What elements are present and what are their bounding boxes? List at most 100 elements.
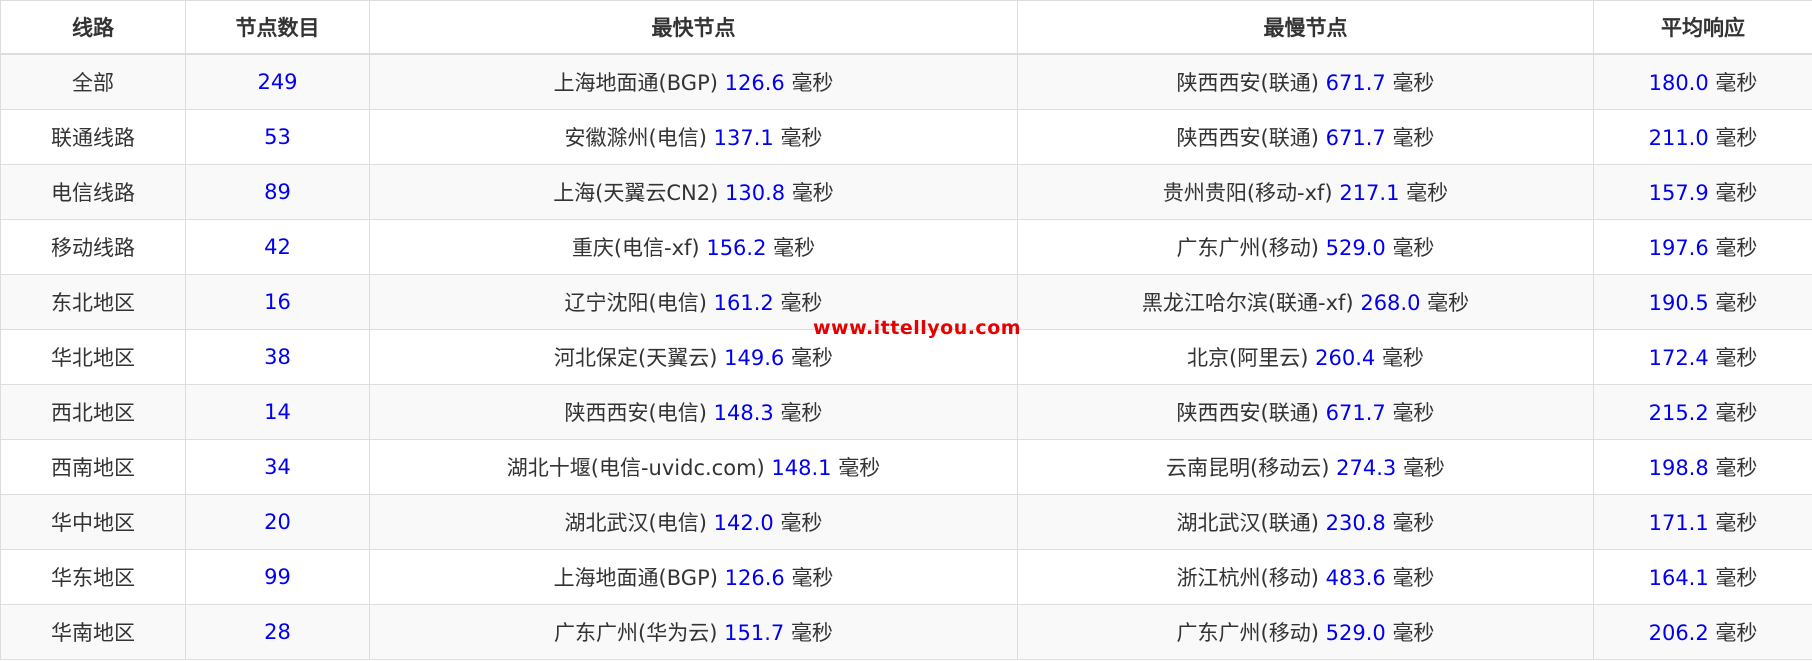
slowest-node-name: 贵州贵阳(移动-xf) <box>1162 181 1333 205</box>
header-fastest-node[interactable]: 最快节点 <box>369 0 1018 55</box>
slowest-unit: 毫秒 <box>1392 401 1435 425</box>
slowest-unit: 毫秒 <box>1406 181 1449 205</box>
average-unit: 毫秒 <box>1715 511 1758 535</box>
slowest-node-name: 云南昆明(移动云) <box>1166 456 1330 480</box>
average-unit: 毫秒 <box>1715 126 1758 150</box>
average-unit: 毫秒 <box>1715 346 1758 370</box>
node-count: 16 <box>264 290 291 314</box>
average-cell: 180.0 毫秒 <box>1593 53 1812 110</box>
slowest-unit: 毫秒 <box>1402 456 1445 480</box>
fastest-node-name: 广东广州(华为云) <box>554 621 718 645</box>
slowest-cell: 广东广州(移动) 529.0 毫秒 <box>1017 604 1594 660</box>
node-count: 249 <box>257 70 298 94</box>
fastest-unit: 毫秒 <box>790 346 833 370</box>
slowest-unit: 毫秒 <box>1392 566 1435 590</box>
fastest-latency: 148.3 <box>713 401 774 425</box>
route-cell: 华北地区 <box>0 329 186 385</box>
average-unit: 毫秒 <box>1715 456 1758 480</box>
average-unit: 毫秒 <box>1715 71 1758 95</box>
slowest-latency: 217.1 <box>1339 181 1400 205</box>
slowest-node-name: 北京(阿里云) <box>1187 346 1309 370</box>
slowest-node-name: 广东广州(移动) <box>1176 236 1319 260</box>
route-name: 电信线路 <box>51 181 135 205</box>
fastest-unit: 毫秒 <box>791 71 834 95</box>
fastest-cell: 上海(天翼云CN2) 130.8 毫秒 <box>369 164 1018 220</box>
slowest-latency: 260.4 <box>1315 346 1376 370</box>
average-cell: 206.2 毫秒 <box>1593 604 1812 660</box>
route-cell: 东北地区 <box>0 274 186 330</box>
slowest-cell: 云南昆明(移动云) 274.3 毫秒 <box>1017 439 1594 495</box>
header-route[interactable]: 线路 <box>0 0 186 55</box>
fastest-node-name: 河北保定(天翼云) <box>554 346 718 370</box>
fastest-latency: 156.2 <box>706 236 767 260</box>
fastest-latency: 149.6 <box>724 346 785 370</box>
watermark-text: www.ittellyou.com <box>813 317 1022 339</box>
route-name: 华北地区 <box>51 346 135 370</box>
fastest-latency: 126.6 <box>724 566 785 590</box>
average-latency: 198.8 <box>1648 456 1709 480</box>
slowest-unit: 毫秒 <box>1392 236 1435 260</box>
route-name: 东北地区 <box>51 291 135 315</box>
header-average-response[interactable]: 平均响应 <box>1593 0 1812 55</box>
fastest-node-name: 辽宁沈阳(电信) <box>564 291 707 315</box>
count-cell: 14 <box>185 384 370 440</box>
slowest-cell: 陕西西安(联通) 671.7 毫秒 <box>1017 384 1594 440</box>
fastest-unit: 毫秒 <box>773 236 816 260</box>
slowest-cell: 陕西西安(联通) 671.7 毫秒 <box>1017 109 1594 165</box>
node-count: 28 <box>264 620 291 644</box>
slowest-unit: 毫秒 <box>1392 621 1435 645</box>
slowest-latency: 529.0 <box>1325 236 1386 260</box>
slowest-node-name: 广东广州(移动) <box>1176 621 1319 645</box>
slowest-latency: 671.7 <box>1325 71 1386 95</box>
fastest-node-name: 重庆(电信-xf) <box>571 236 700 260</box>
fastest-latency: 148.1 <box>771 456 832 480</box>
count-cell: 28 <box>185 604 370 660</box>
average-cell: 190.5 毫秒 <box>1593 274 1812 330</box>
count-cell: 42 <box>185 219 370 275</box>
average-unit: 毫秒 <box>1715 621 1758 645</box>
slowest-unit: 毫秒 <box>1392 511 1435 535</box>
fastest-unit: 毫秒 <box>838 456 881 480</box>
fastest-node-name: 上海(天翼云CN2) <box>553 181 719 205</box>
route-cell: 西南地区 <box>0 439 186 495</box>
route-cell: 全部 <box>0 53 186 110</box>
slowest-node-name: 黑龙江哈尔滨(联通-xf) <box>1141 291 1354 315</box>
average-unit: 毫秒 <box>1715 236 1758 260</box>
node-count: 34 <box>264 455 291 479</box>
node-count: 53 <box>264 125 291 149</box>
slowest-latency: 529.0 <box>1325 621 1386 645</box>
route-cell: 移动线路 <box>0 219 186 275</box>
table-row: 西南地区 34 湖北十堰(电信-uvidc.com) 148.1 毫秒 云南昆明(移动… <box>0 439 1812 495</box>
average-unit: 毫秒 <box>1715 566 1758 590</box>
route-name: 联通线路 <box>51 126 135 150</box>
node-count: 14 <box>264 400 291 424</box>
average-latency: 171.1 <box>1648 511 1709 535</box>
average-cell: 197.6 毫秒 <box>1593 219 1812 275</box>
fastest-node-name: 上海地面通(BGP) <box>553 566 718 590</box>
average-cell: 171.1 毫秒 <box>1593 494 1812 550</box>
fastest-node-name: 安徽滁州(电信) <box>564 126 707 150</box>
average-latency: 215.2 <box>1648 401 1709 425</box>
average-latency: 180.0 <box>1648 71 1709 95</box>
count-cell: 249 <box>185 53 370 110</box>
header-row: 线路 节点数目 最快节点 最慢节点 平均响应 <box>0 0 1812 55</box>
fastest-cell: 湖北武汉(电信) 142.0 毫秒 <box>369 494 1018 550</box>
average-latency: 197.6 <box>1648 236 1709 260</box>
fastest-cell: 湖北十堰(电信-uvidc.com) 148.1 毫秒 <box>369 439 1018 495</box>
fastest-cell: 上海地面通(BGP) 126.6 毫秒 <box>369 549 1018 605</box>
route-cell: 西北地区 <box>0 384 186 440</box>
average-latency: 172.4 <box>1648 346 1709 370</box>
average-cell: 215.2 毫秒 <box>1593 384 1812 440</box>
header-slowest-node[interactable]: 最慢节点 <box>1017 0 1594 55</box>
fastest-node-name: 陕西西安(电信) <box>564 401 707 425</box>
header-node-count[interactable]: 节点数目 <box>185 0 370 55</box>
table-row: 华中地区 20 湖北武汉(电信) 142.0 毫秒 湖北武汉(联通) 230.8 毫秒… <box>0 494 1812 550</box>
slowest-cell: 北京(阿里云) 260.4 毫秒 <box>1017 329 1594 385</box>
table-row: 华东地区 99 上海地面通(BGP) 126.6 毫秒 浙江杭州(移动) 483.6 … <box>0 549 1812 605</box>
count-cell: 34 <box>185 439 370 495</box>
fastest-latency: 142.0 <box>713 511 774 535</box>
route-name: 西北地区 <box>51 401 135 425</box>
table-row: 电信线路 89 上海(天翼云CN2) 130.8 毫秒 贵州贵阳(移动-xf) 217… <box>0 164 1812 220</box>
route-name: 移动线路 <box>51 236 135 260</box>
fastest-node-name: 湖北十堰(电信-uvidc.com) <box>506 456 765 480</box>
